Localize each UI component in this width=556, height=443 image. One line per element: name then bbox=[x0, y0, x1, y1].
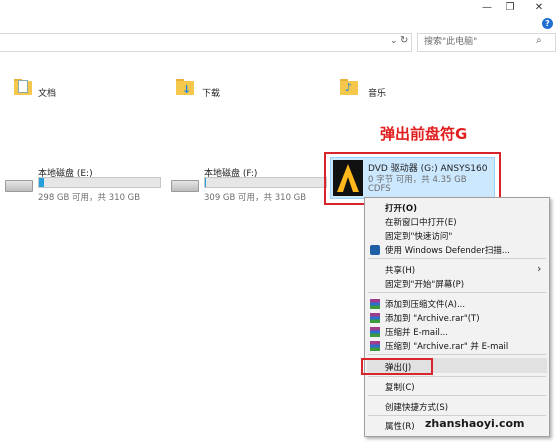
menu-item-defender-scan[interactable]: 使用 Windows Defender扫描... bbox=[385, 244, 510, 256]
drive-usage-bar-f bbox=[204, 177, 327, 188]
minimize-button[interactable]: — bbox=[476, 0, 498, 16]
menu-item-create-shortcut[interactable]: 创建快捷方式(S) bbox=[385, 401, 448, 413]
menu-separator bbox=[368, 376, 546, 377]
drive-free-e: 298 GB 可用，共 310 GB bbox=[38, 193, 141, 203]
menu-separator bbox=[368, 415, 546, 416]
drive-free-f: 309 GB 可用，共 310 GB bbox=[204, 193, 307, 203]
folder-label-downloads: 下载 bbox=[202, 89, 221, 99]
winrar-icon bbox=[370, 313, 380, 323]
menu-separator bbox=[368, 354, 546, 355]
help-icon[interactable]: ? bbox=[542, 18, 553, 29]
annotation-text: 弹出前盘符G bbox=[380, 125, 468, 143]
menu-separator bbox=[368, 395, 546, 396]
chevron-down-icon[interactable]: ⌄ bbox=[390, 36, 398, 46]
menu-item-compress-email[interactable]: 压缩并 E-mail... bbox=[385, 326, 448, 338]
download-folder-icon: ↓ bbox=[176, 81, 194, 95]
menu-separator bbox=[368, 258, 546, 259]
submenu-arrow-icon: › bbox=[537, 262, 542, 275]
context-menu: 打开(O) 在新窗口中打开(E) 固定到"快速访问" 使用 Windows De… bbox=[361, 197, 550, 437]
menu-item-pin-start[interactable]: 固定到"开始"屏幕(P) bbox=[385, 278, 464, 290]
defender-icon bbox=[370, 245, 380, 255]
menu-item-open-new-window[interactable]: 在新窗口中打开(E) bbox=[385, 216, 457, 228]
drive-usage-fill-f bbox=[205, 178, 207, 187]
hard-drive-icon bbox=[171, 180, 199, 192]
close-button[interactable]: ✕ bbox=[528, 0, 550, 16]
menu-item-add-archive[interactable]: 添加到压缩文件(A)... bbox=[385, 298, 465, 310]
winrar-icon bbox=[370, 299, 380, 309]
music-folder-icon: ♪ bbox=[340, 81, 358, 95]
menu-item-compress-rar-email[interactable]: 压缩到 "Archive.rar" 并 E-mail bbox=[385, 340, 508, 352]
search-icon[interactable]: ⌕ bbox=[536, 35, 542, 46]
document-folder-icon bbox=[14, 80, 32, 95]
address-bar[interactable] bbox=[0, 33, 412, 52]
menu-item-add-archive-rar[interactable]: 添加到 "Archive.rar"(T) bbox=[385, 312, 480, 324]
winrar-icon bbox=[370, 341, 380, 351]
maximize-button[interactable]: ❐ bbox=[499, 0, 521, 16]
menu-item-pin-quick-access[interactable]: 固定到"快速访问" bbox=[385, 230, 452, 242]
refresh-icon[interactable]: ↻ bbox=[400, 35, 408, 46]
menu-item-open[interactable]: 打开(O) bbox=[385, 202, 417, 214]
title-bar bbox=[0, 0, 556, 16]
menu-separator bbox=[368, 292, 546, 293]
folder-label-documents: 文档 bbox=[38, 89, 57, 99]
menu-item-copy[interactable]: 复制(C) bbox=[385, 381, 415, 393]
menu-item-properties[interactable]: 属性(R) bbox=[385, 420, 415, 432]
menu-item-share[interactable]: 共享(H) bbox=[385, 264, 415, 276]
watermark-text: zhanshaoyi.com bbox=[425, 417, 525, 430]
hard-drive-icon bbox=[5, 180, 33, 192]
winrar-icon bbox=[370, 327, 380, 337]
drive-usage-fill-e bbox=[39, 178, 44, 187]
annotation-box-eject bbox=[361, 358, 433, 375]
drive-usage-bar-e bbox=[38, 177, 161, 188]
folder-label-music: 音乐 bbox=[368, 89, 387, 99]
